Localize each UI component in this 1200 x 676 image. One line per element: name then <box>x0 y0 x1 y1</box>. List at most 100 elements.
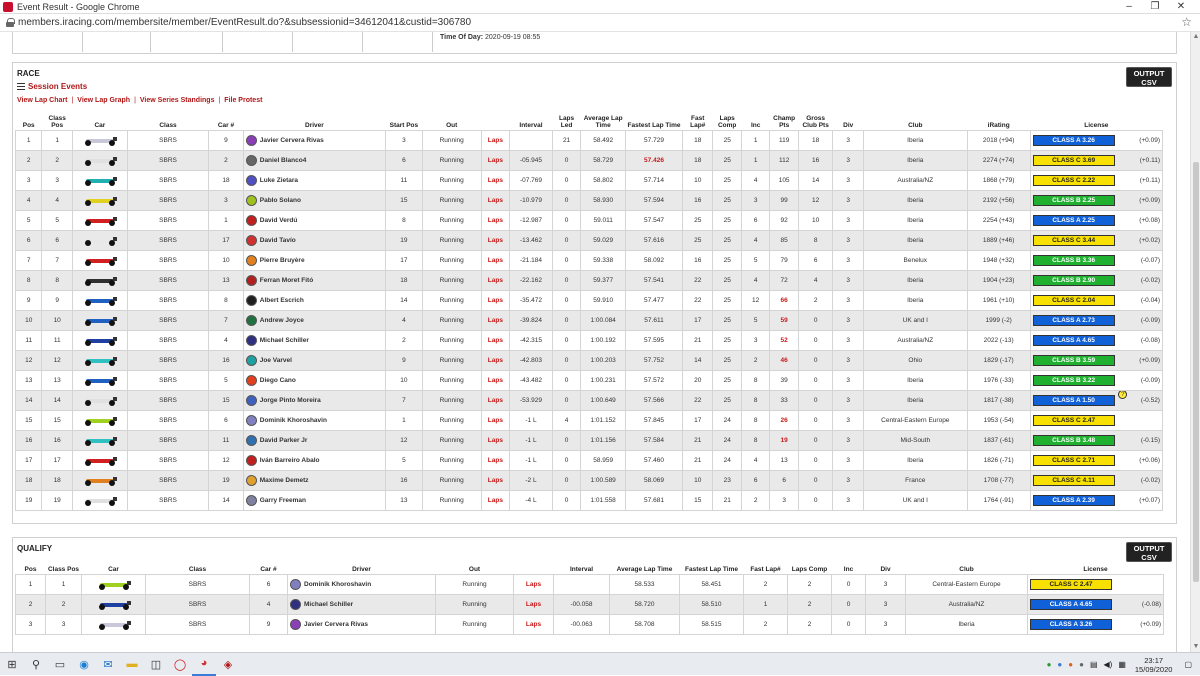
driver-name[interactable]: Michael Schiller <box>260 337 309 344</box>
driver-cell[interactable]: Javier Cervera Rivas <box>287 614 436 635</box>
driver-name[interactable]: Pierre Bruyère <box>260 257 305 264</box>
laps-link[interactable]: Laps <box>480 430 511 451</box>
file-protest-link[interactable]: File Protest <box>224 97 262 104</box>
edge-browser-icon[interactable]: ◉ <box>72 653 96 676</box>
language-icon[interactable]: ▦ <box>1118 660 1126 669</box>
session-events-link[interactable]: Session Events <box>17 82 87 91</box>
driver-name[interactable]: Javier Cervera Rivas <box>260 137 324 144</box>
laps-link[interactable]: Laps <box>480 290 511 311</box>
search-icon[interactable]: ⚲ <box>24 653 48 676</box>
qualify-output-csv-button[interactable]: OUTPUT CSV <box>1126 542 1172 562</box>
laps-link[interactable]: Laps <box>513 594 554 615</box>
view-lap-chart-link[interactable]: View Lap Chart <box>17 97 67 104</box>
driver-name[interactable]: Ferran Moret Fitó <box>260 277 313 284</box>
driver-cell[interactable]: Maxime Demetz <box>242 470 387 491</box>
driver-cell[interactable]: David Tavío <box>242 230 387 251</box>
laps-link[interactable]: Laps <box>480 230 511 251</box>
scroll-thumb[interactable] <box>1193 162 1199 582</box>
driver-cell[interactable]: Albert Escrich <box>242 290 387 311</box>
laps-link[interactable]: Laps <box>480 210 511 231</box>
scroll-down-icon[interactable]: ▼ <box>1192 643 1200 651</box>
driver-name[interactable]: David Verdú <box>260 217 298 224</box>
race-output-csv-button[interactable]: OUTPUT CSV <box>1126 67 1172 87</box>
laps-link[interactable]: Laps <box>480 270 511 291</box>
driver-cell[interactable]: Daniel Blanco4 <box>242 150 387 171</box>
driver-name[interactable]: Maxime Demetz <box>260 477 309 484</box>
tray-app-icon[interactable]: ● <box>1047 660 1052 669</box>
page-scrollbar[interactable]: ▲ ▼ <box>1190 32 1200 652</box>
driver-name[interactable]: Pablo Solano <box>260 197 301 204</box>
laps-link[interactable]: Laps <box>480 470 511 491</box>
driver-cell[interactable]: Joe Varvel <box>242 350 387 371</box>
driver-name[interactable]: Andrew Joyce <box>260 317 304 324</box>
driver-cell[interactable]: David Parker Jr <box>242 430 387 451</box>
driver-name[interactable]: Dominik Khoroshavin <box>304 581 371 588</box>
driver-name[interactable]: Daniel Blanco4 <box>260 157 307 164</box>
maximize-icon[interactable]: ❐ <box>1142 0 1168 14</box>
store-icon[interactable]: ◫ <box>144 653 168 676</box>
notifications-icon[interactable]: ▢ <box>1184 660 1192 669</box>
driver-name[interactable]: Joe Varvel <box>260 357 292 364</box>
driver-cell[interactable]: Pablo Solano <box>242 190 387 211</box>
driver-name[interactable]: Iván Barreiro Abalo <box>260 457 320 464</box>
bookmark-star-icon[interactable]: ☆ <box>1181 15 1192 29</box>
driver-cell[interactable]: Garry Freeman <box>242 490 387 511</box>
driver-name[interactable]: Dominik Khoroshavin <box>260 417 327 424</box>
laps-link[interactable]: Laps <box>480 170 511 191</box>
driver-cell[interactable]: Luke Zietara <box>242 170 387 191</box>
address-bar[interactable]: members.iracing.com/membersite/member/Ev… <box>0 14 1200 32</box>
driver-cell[interactable]: Pierre Bruyère <box>242 250 387 271</box>
driver-name[interactable]: Albert Escrich <box>260 297 304 304</box>
driver-cell[interactable]: Michael Schiller <box>287 594 436 615</box>
driver-name[interactable]: David Parker Jr <box>260 437 308 444</box>
file-explorer-icon[interactable]: ▬ <box>120 653 144 676</box>
help-icon[interactable]: ? <box>1118 391 1128 399</box>
driver-cell[interactable]: Dominik Khoroshavin <box>242 410 387 431</box>
opera-icon[interactable]: ◯ <box>168 653 192 676</box>
close-icon[interactable]: ✕ <box>1168 0 1194 14</box>
laps-link[interactable]: Laps <box>480 490 511 511</box>
driver-name[interactable]: Jorge Pinto Moreira <box>260 397 321 404</box>
chrome-icon[interactable]: ◕ <box>192 653 216 676</box>
laps-link[interactable]: Laps <box>480 250 511 271</box>
laps-link[interactable]: Laps <box>480 190 511 211</box>
minimize-icon[interactable]: – <box>1116 0 1142 14</box>
laps-link[interactable]: Laps <box>480 410 511 431</box>
network-icon[interactable]: ▤ <box>1090 660 1098 669</box>
volume-icon[interactable]: ◀) <box>1104 660 1113 669</box>
laps-link[interactable]: Laps <box>480 450 511 471</box>
driver-name[interactable]: Javier Cervera Rivas <box>304 621 368 628</box>
scroll-up-icon[interactable]: ▲ <box>1192 33 1200 41</box>
driver-cell[interactable]: David Verdú <box>242 210 387 231</box>
laps-link[interactable]: Laps <box>513 614 554 635</box>
view-series-standings-link[interactable]: View Series Standings <box>140 97 215 104</box>
driver-cell[interactable]: Ferran Moret Fitó <box>242 270 387 291</box>
taskbar-clock[interactable]: 23:17 15/09/2020 <box>1135 656 1173 674</box>
task-view-icon[interactable]: ▭ <box>48 653 72 676</box>
laps-link[interactable]: Laps <box>480 370 511 391</box>
laps-link[interactable]: Laps <box>480 330 511 351</box>
driver-cell[interactable]: Diego Cano <box>242 370 387 391</box>
driver-cell[interactable]: Jorge Pinto Moreira <box>242 390 387 411</box>
laps-link[interactable]: Laps <box>480 310 511 331</box>
laps-link[interactable]: Laps <box>480 150 511 171</box>
windows-start-icon[interactable]: ⊞ <box>0 653 24 676</box>
driver-cell[interactable]: Javier Cervera Rivas <box>242 130 387 151</box>
driver-cell[interactable]: Michael Schiller <box>242 330 387 351</box>
mail-icon[interactable]: ✉ <box>96 653 120 676</box>
driver-cell[interactable]: Iván Barreiro Abalo <box>242 450 387 471</box>
driver-name[interactable]: Luke Zietara <box>260 177 298 184</box>
driver-cell[interactable]: Andrew Joyce <box>242 310 387 331</box>
driver-name[interactable]: Garry Freeman <box>260 497 306 504</box>
driver-name[interactable]: Diego Cano <box>260 377 296 384</box>
laps-link[interactable]: Laps <box>513 574 554 595</box>
driver-cell[interactable]: Dominik Khoroshavin <box>287 574 436 595</box>
url-text[interactable]: members.iracing.com/membersite/member/Ev… <box>18 17 471 28</box>
laps-link[interactable]: Laps <box>480 390 511 411</box>
tray-app-icon[interactable]: ● <box>1057 660 1062 669</box>
laps-link[interactable]: Laps <box>480 130 511 151</box>
tray-app-icon[interactable]: ● <box>1068 660 1073 669</box>
driver-name[interactable]: Michael Schiller <box>304 601 353 608</box>
iracing-app-icon[interactable]: ◈ <box>216 653 240 676</box>
lock-icon[interactable] <box>6 18 15 27</box>
